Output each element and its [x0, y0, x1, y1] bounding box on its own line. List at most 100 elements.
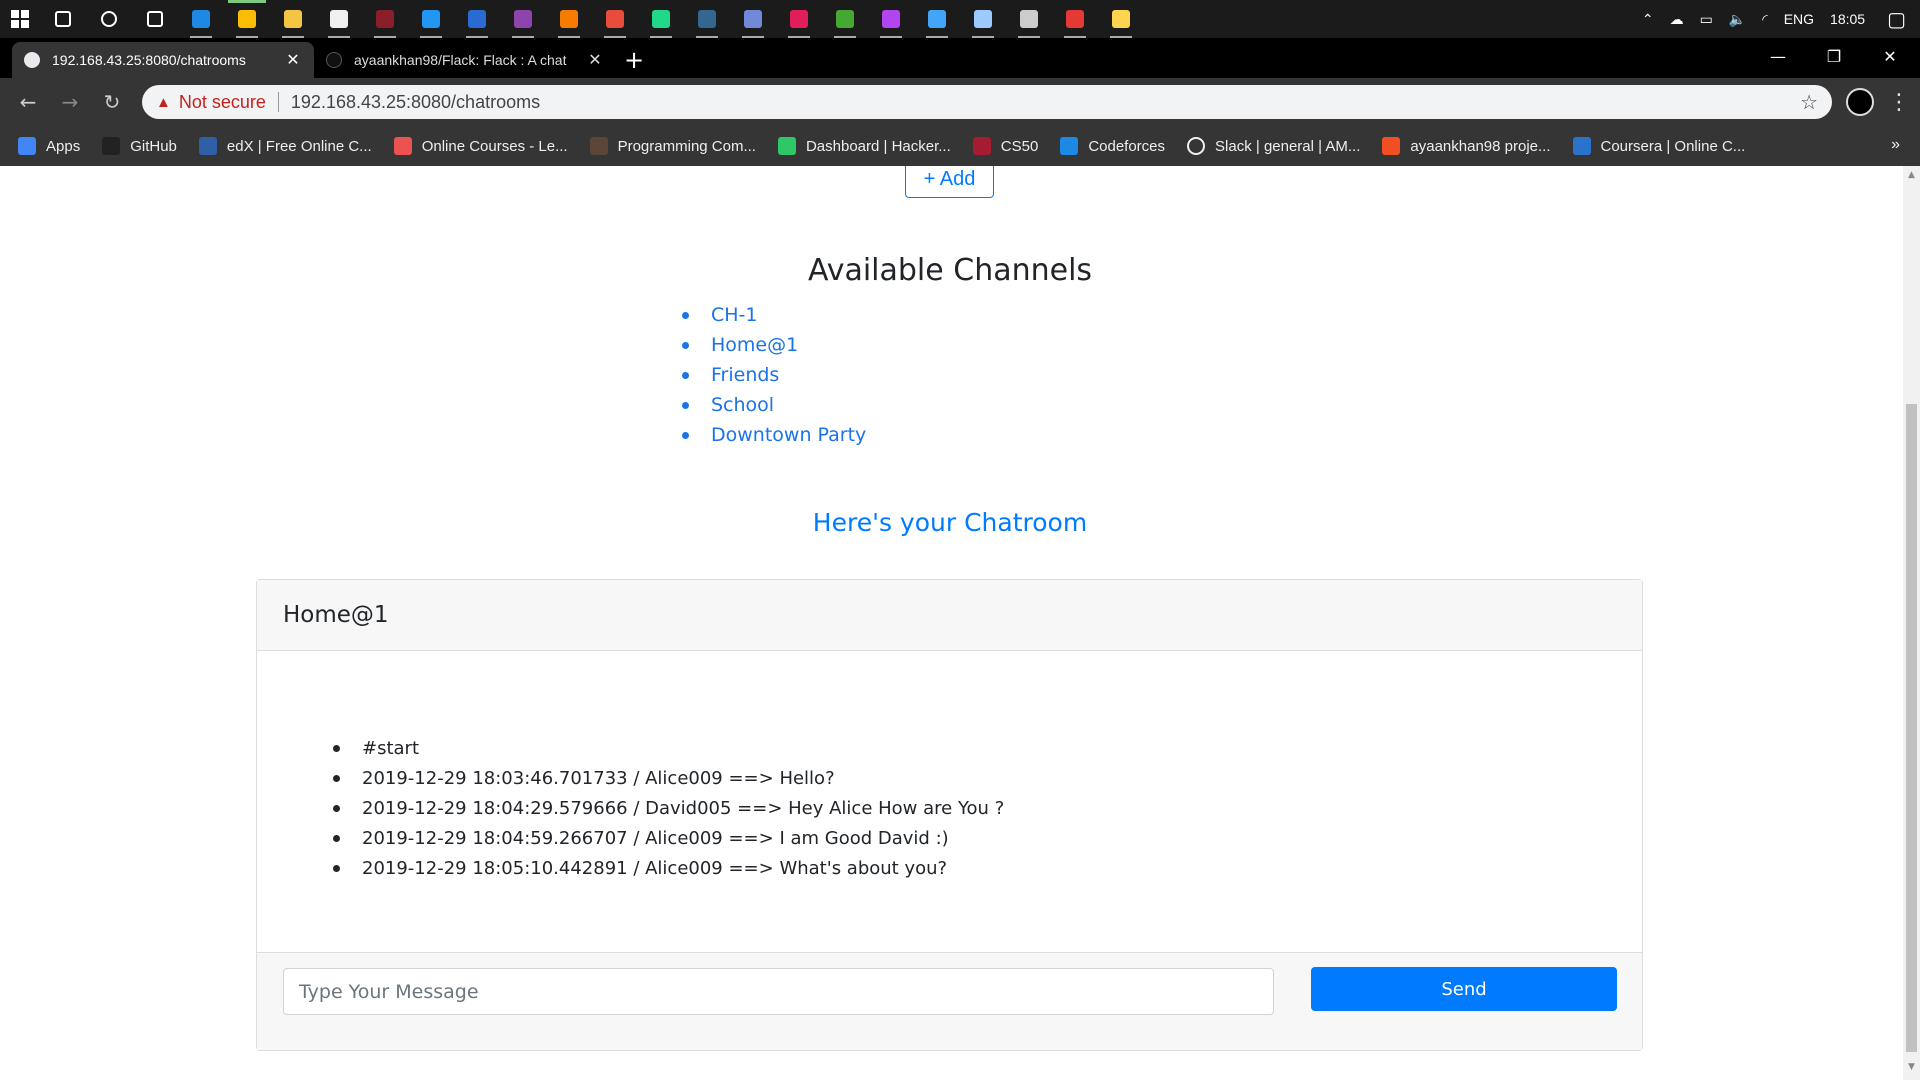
- slack-taskbar-button[interactable]: [776, 0, 822, 38]
- restore-icon[interactable]: ❐: [1806, 38, 1862, 74]
- globe-icon: [24, 52, 40, 68]
- virtualbox-taskbar-button[interactable]: [960, 0, 1006, 38]
- cortana-icon: [101, 11, 117, 27]
- powershell-taskbar-button[interactable]: [454, 0, 500, 38]
- bookmark-item[interactable]: edX | Free Online C...: [198, 137, 372, 155]
- acrobat-icon: [1066, 10, 1084, 28]
- git-icon: [330, 10, 348, 28]
- reload-icon[interactable]: ↻: [92, 82, 132, 122]
- git-taskbar-button[interactable]: [316, 0, 362, 38]
- anaconda-taskbar-button[interactable]: [822, 0, 868, 38]
- anaconda-icon: [836, 10, 854, 28]
- scroll-up-icon[interactable]: ▲: [1903, 170, 1920, 186]
- wifi-icon[interactable]: ◜: [1754, 0, 1775, 38]
- bookmark-item[interactable]: Slack | general | AM...: [1187, 137, 1360, 155]
- bookmark-item[interactable]: Online Courses - Le...: [393, 137, 568, 155]
- profile-avatar[interactable]: [1846, 88, 1874, 116]
- close-window-icon[interactable]: ✕: [1862, 38, 1918, 74]
- not-secure-label[interactable]: Not secure: [179, 92, 266, 113]
- acrobat-taskbar-button[interactable]: [1052, 0, 1098, 38]
- terminal-taskbar-button[interactable]: [1006, 0, 1052, 38]
- sourcetree-taskbar-button[interactable]: [1098, 0, 1144, 38]
- url-text[interactable]: 192.168.43.25:8080/chatrooms: [291, 92, 1800, 113]
- chevron-up-icon[interactable]: ⌃: [1634, 0, 1662, 38]
- task-view-taskbar-button[interactable]: [132, 0, 178, 38]
- phpstorm-taskbar-button[interactable]: [868, 0, 914, 38]
- start-button[interactable]: [0, 0, 40, 38]
- vscode-icon: [422, 10, 440, 28]
- notifications-icon[interactable]: ▢: [1873, 0, 1920, 38]
- channel-link[interactable]: Home@1: [682, 330, 866, 360]
- clock[interactable]: 18:05: [1822, 0, 1873, 38]
- edge-taskbar-button[interactable]: [178, 0, 224, 38]
- bookmark-label: Online Courses - Le...: [421, 137, 568, 155]
- bookmark-item[interactable]: CS50: [972, 137, 1038, 155]
- add-channel-button[interactable]: + Add: [905, 166, 994, 198]
- pycharm-taskbar-button[interactable]: [638, 0, 684, 38]
- language-indicator[interactable]: ENG: [1776, 0, 1822, 38]
- close-tab-icon[interactable]: ✕: [284, 50, 302, 70]
- bookmark-item[interactable]: Codeforces: [1060, 137, 1165, 155]
- discord-icon: [744, 10, 762, 28]
- tab-title: ayaankhan98/Flack: Flack : A chat: [354, 52, 567, 68]
- postgres-icon: [698, 10, 716, 28]
- minimize-icon[interactable]: —: [1750, 38, 1806, 74]
- channel-link[interactable]: School: [682, 390, 866, 420]
- scrollbar-thumb[interactable]: [1906, 404, 1917, 1052]
- bookmark-label: Programming Com...: [617, 137, 756, 155]
- pycharm-icon: [652, 10, 670, 28]
- channel-link[interactable]: CH-1: [682, 300, 866, 330]
- message-input[interactable]: [283, 968, 1274, 1015]
- search-taskbar-button[interactable]: [40, 0, 86, 38]
- cortana-taskbar-button[interactable]: [86, 0, 132, 38]
- office-icon: [606, 10, 624, 28]
- bookmark-item[interactable]: GitHub: [102, 137, 177, 155]
- app-taskbar-button[interactable]: [362, 0, 408, 38]
- bookmark-label: GitHub: [130, 137, 177, 155]
- task-view-icon: [147, 11, 163, 27]
- volume-icon[interactable]: 🔈: [1721, 0, 1754, 38]
- browser-toolbar: ← → ↻ ▲ Not secure 192.168.43.25:8080/ch…: [0, 78, 1920, 126]
- postgres-taskbar-button[interactable]: [684, 0, 730, 38]
- windows-logo-icon: [11, 10, 29, 28]
- address-bar[interactable]: ▲ Not secure 192.168.43.25:8080/chatroom…: [142, 85, 1832, 119]
- file-explorer-taskbar-button[interactable]: [270, 0, 316, 38]
- bookmark-item[interactable]: Programming Com...: [589, 137, 756, 155]
- tab-title: 192.168.43.25:8080/chatrooms: [52, 52, 246, 68]
- battery-icon[interactable]: ▭: [1692, 0, 1721, 38]
- bookmarks-bar: Apps GitHub edX | Free Online C... Online C…: [0, 126, 1920, 166]
- send-button[interactable]: Send: [1311, 967, 1617, 1011]
- forward-icon[interactable]: →: [50, 82, 90, 122]
- discord-taskbar-button[interactable]: [730, 0, 776, 38]
- chat-message: 2019-12-29 18:04:29.579666 / David005 ==…: [333, 793, 1004, 823]
- visual-studio-taskbar-button[interactable]: [500, 0, 546, 38]
- vscode-taskbar-button[interactable]: [408, 0, 454, 38]
- chrome-icon: [238, 10, 256, 28]
- search-icon: [55, 11, 71, 27]
- office-taskbar-button[interactable]: [592, 0, 638, 38]
- chrome-menu-icon[interactable]: ⋮: [1888, 90, 1910, 115]
- scroll-down-icon[interactable]: ▼: [1903, 1062, 1920, 1078]
- taskbar-apps: [40, 0, 1144, 38]
- tab-github-flack[interactable]: ayaankhan98/Flack: Flack : A chat ✕: [314, 42, 616, 78]
- onedrive-icon[interactable]: ☁: [1662, 0, 1692, 38]
- bookmark-item[interactable]: Dashboard | Hacker...: [777, 137, 951, 155]
- channel-link[interactable]: Downtown Party: [682, 420, 866, 450]
- more-bookmarks-icon[interactable]: »: [1891, 136, 1900, 154]
- chatroom-title: Home@1: [257, 580, 1642, 651]
- channel-link[interactable]: Friends: [682, 360, 866, 390]
- page-scrollbar[interactable]: ▲ ▼: [1903, 166, 1920, 1080]
- bookmark-item[interactable]: Coursera | Online C...: [1572, 137, 1745, 155]
- chrome-taskbar-button[interactable]: [224, 0, 270, 38]
- bookmark-star-icon[interactable]: ☆: [1800, 90, 1818, 115]
- new-tab-button[interactable]: +: [616, 42, 652, 78]
- system-tray: ⌃ ☁ ▭ 🔈 ◜ ENG 18:05 ▢: [1634, 0, 1920, 38]
- message-list: #start 2019-12-29 18:03:46.701733 / Alice…: [333, 733, 1004, 883]
- back-icon[interactable]: ←: [8, 82, 48, 122]
- tab-chatrooms[interactable]: 192.168.43.25:8080/chatrooms ✕: [12, 42, 314, 78]
- jupyter-taskbar-button[interactable]: [546, 0, 592, 38]
- remote-desktop-taskbar-button[interactable]: [914, 0, 960, 38]
- bookmark-item[interactable]: ayaankhan98 proje...: [1382, 137, 1551, 155]
- close-tab-icon[interactable]: ✕: [586, 50, 604, 70]
- bookmark-item[interactable]: Apps: [18, 137, 80, 155]
